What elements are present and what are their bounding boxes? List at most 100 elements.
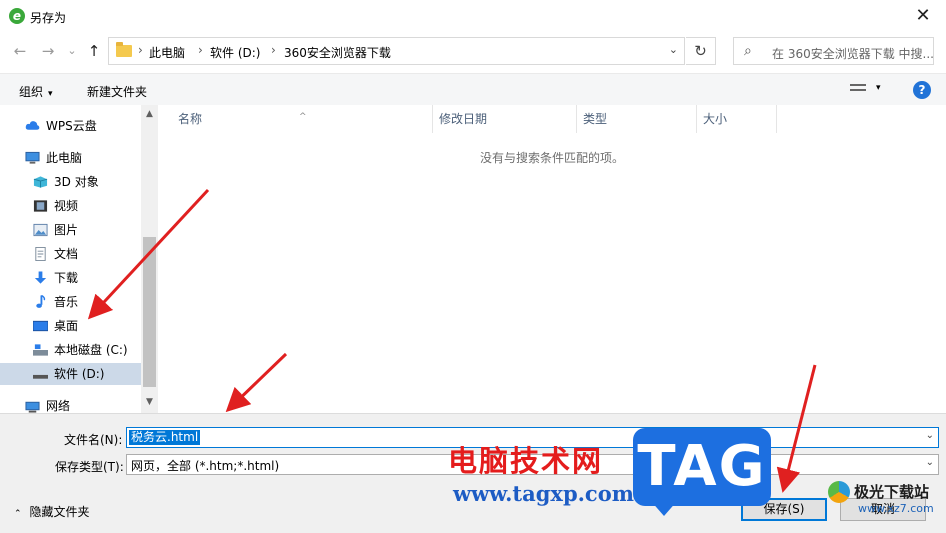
breadcrumb-current-folder[interactable]: 360安全浏览器下载 — [284, 44, 391, 61]
sidebar-item-pictures[interactable]: 图片 — [0, 219, 141, 241]
filename-label: 文件名(N): — [64, 433, 123, 447]
watermark-site-name: 电脑技术网 — [448, 444, 604, 478]
organize-label: 组织 — [19, 85, 44, 99]
download-icon — [34, 271, 47, 284]
column-header-size[interactable]: 大小 — [697, 105, 777, 133]
title-bar: e 另存为 ✕ — [0, 0, 946, 33]
navigation-pane: WPS云盘 此电脑 3D 对象 视频 图片 文档 下载 音乐 桌面 本地磁盘 (… — [0, 105, 158, 413]
search-input[interactable]: 在 360安全浏览器下载 中搜... — [772, 45, 934, 62]
search-box[interactable]: ⌕ 在 360安全浏览器下载 中搜... — [733, 37, 934, 65]
chevron-down-icon: ⌄ — [67, 44, 77, 57]
sidebar-item-wps-cloud[interactable]: WPS云盘 — [0, 115, 141, 137]
music-icon — [36, 295, 46, 308]
close-icon: ✕ — [915, 5, 931, 26]
network-icon — [25, 401, 40, 413]
sidebar-item-label: 本地磁盘 (C:) — [54, 343, 128, 357]
filetype-label: 保存类型(T): — [55, 460, 124, 474]
sidebar-item-label: 音乐 — [54, 295, 79, 309]
breadcrumb-separator-icon: › — [138, 43, 143, 57]
close-button[interactable]: ✕ — [900, 0, 946, 33]
cloud-icon — [25, 121, 40, 130]
sidebar-item-label: 此电脑 — [46, 151, 83, 165]
breadcrumb-drive-d[interactable]: 软件 (D:) — [210, 44, 260, 61]
filename-value[interactable]: 税务云.html — [129, 430, 201, 445]
3d-objects-icon — [33, 176, 48, 188]
column-header-date[interactable]: 修改日期 — [433, 105, 577, 133]
watermark-aurora-name: 极光下载站 — [854, 483, 930, 501]
help-icon: ? — [918, 83, 926, 97]
breadcrumb-separator-icon: › — [271, 43, 276, 57]
video-icon — [33, 200, 48, 212]
back-button[interactable]: ← — [10, 41, 30, 61]
breadcrumb-this-pc[interactable]: 此电脑 — [149, 44, 185, 61]
watermark-tag-text: TAG — [637, 434, 767, 499]
sidebar-item-label: 图片 — [54, 223, 79, 237]
address-bar[interactable]: › 此电脑 › 软件 (D:) › 360安全浏览器下载 ⌄ — [108, 37, 685, 65]
caret-down-icon: ▾ — [48, 89, 53, 99]
sidebar-item-music[interactable]: 音乐 — [0, 291, 141, 313]
sidebar-item-documents[interactable]: 文档 — [0, 243, 141, 265]
sidebar-scrollbar[interactable]: ▲ ▼ — [141, 105, 158, 413]
sidebar-item-downloads[interactable]: 下载 — [0, 267, 141, 289]
organize-menu-button[interactable]: 组织 ▾ — [19, 83, 53, 100]
chevron-down-icon[interactable]: ⌄ — [926, 457, 934, 468]
up-button[interactable]: ↑ — [84, 41, 104, 61]
drive-icon — [33, 344, 48, 356]
up-arrow-icon: ↑ — [87, 42, 101, 60]
sidebar-item-label: WPS云盘 — [46, 119, 97, 133]
chevron-down-icon[interactable]: ⌄ — [926, 430, 934, 441]
sidebar-item-drive-c[interactable]: 本地磁盘 (C:) — [0, 339, 141, 361]
sidebar-item-label: 桌面 — [54, 319, 79, 333]
column-header-type[interactable]: 类型 — [577, 105, 697, 133]
watermark-aurora-logo-icon — [828, 481, 850, 503]
document-icon — [35, 247, 46, 261]
sidebar-item-network[interactable]: 网络 — [0, 395, 141, 413]
watermark-aurora-url: www.xz7.com — [858, 502, 934, 515]
drive-icon — [33, 374, 48, 379]
hide-folders-toggle[interactable]: ⌃ 隐藏文件夹 — [14, 503, 90, 520]
new-folder-button[interactable]: 新建文件夹 — [87, 83, 147, 100]
address-dropdown-icon[interactable]: ⌄ — [669, 43, 678, 56]
scroll-up-icon[interactable]: ▲ — [141, 109, 158, 119]
scroll-down-icon[interactable]: ▼ — [141, 397, 158, 407]
scrollbar-thumb[interactable] — [143, 237, 156, 387]
refresh-button[interactable]: ↻ — [686, 37, 716, 65]
chevron-up-icon: ⌃ — [14, 509, 22, 519]
view-options-icon[interactable] — [850, 84, 866, 96]
sidebar-item-label: 3D 对象 — [54, 175, 99, 189]
forward-button[interactable]: → — [38, 41, 58, 61]
breadcrumb-separator-icon: › — [198, 43, 203, 57]
refresh-icon: ↻ — [694, 42, 707, 60]
sidebar-item-this-pc[interactable]: 此电脑 — [0, 147, 141, 169]
forward-arrow-icon: → — [41, 42, 55, 60]
sidebar-item-3d-objects[interactable]: 3D 对象 — [0, 171, 141, 193]
view-caret-icon[interactable]: ▾ — [876, 83, 881, 93]
sidebar-item-desktop[interactable]: 桌面 — [0, 315, 141, 337]
column-label: 名称 — [178, 112, 203, 126]
desktop-icon — [33, 320, 48, 332]
browser-app-icon: e — [9, 8, 25, 24]
watermark-tag-logo: TAG — [633, 428, 771, 506]
computer-icon — [25, 151, 40, 164]
search-icon: ⌕ — [744, 43, 752, 59]
back-arrow-icon: ← — [13, 42, 27, 60]
command-toolbar: 组织 ▾ 新建文件夹 ▾ ? — [0, 73, 946, 105]
help-button[interactable]: ? — [913, 81, 931, 99]
sidebar-item-label: 下载 — [54, 271, 79, 285]
empty-results-message: 没有与搜索条件匹配的项。 — [480, 151, 625, 165]
hide-folders-label: 隐藏文件夹 — [29, 505, 90, 519]
navigation-bar: ← → ⌄ ↑ › 此电脑 › 软件 (D:) › 360安全浏览器下载 ⌄ ↻… — [0, 33, 946, 69]
sidebar-item-label: 网络 — [46, 399, 71, 413]
sidebar-item-label: 视频 — [54, 199, 79, 213]
sidebar-item-label: 软件 (D:) — [54, 367, 105, 381]
recent-locations-button[interactable]: ⌄ — [62, 41, 82, 61]
sort-ascending-icon: ^ — [299, 112, 307, 122]
file-list[interactable]: 名称 ^ 修改日期 类型 大小 没有与搜索条件匹配的项。 — [160, 105, 946, 413]
sidebar-item-video[interactable]: 视频 — [0, 195, 141, 217]
pictures-icon — [33, 223, 48, 237]
folder-icon — [116, 42, 132, 57]
column-header-name[interactable]: 名称 ^ — [160, 105, 433, 133]
filetype-value: 网页，全部 (*.htm;*.html) — [131, 459, 280, 473]
sidebar-item-drive-d[interactable]: 软件 (D:) — [0, 363, 141, 385]
sidebar-item-label: 文档 — [54, 247, 79, 261]
